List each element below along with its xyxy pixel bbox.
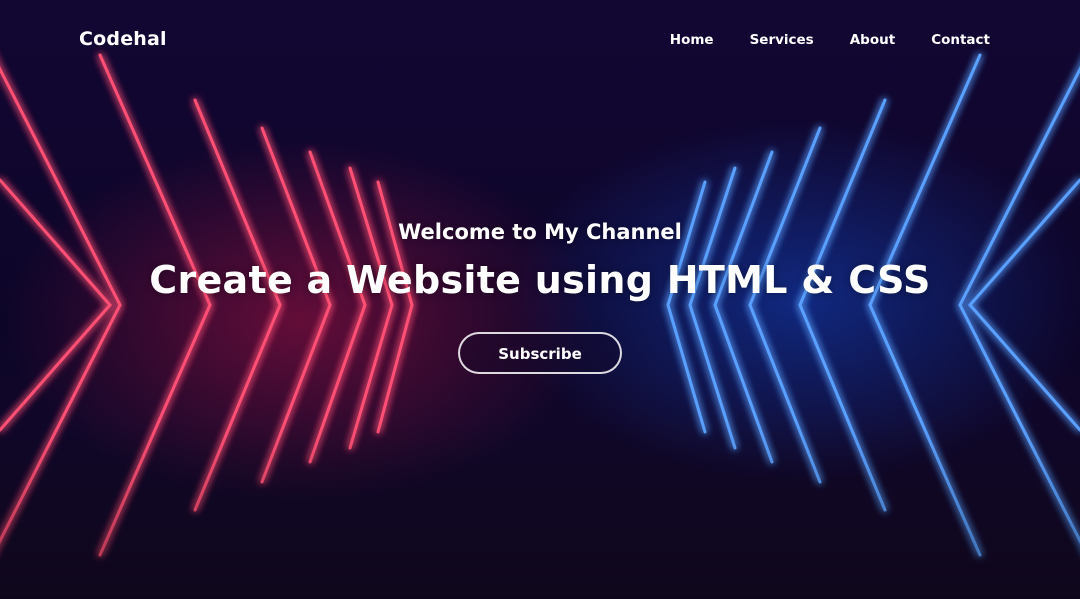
hero-section: Codehal Home Services About Contact Welc… bbox=[0, 0, 1080, 599]
nav-link-about[interactable]: About bbox=[850, 32, 895, 48]
hero-content: Welcome to My Channel Create a Website u… bbox=[0, 220, 1080, 374]
nav-link-home[interactable]: Home bbox=[670, 32, 714, 48]
hero-eyebrow: Welcome to My Channel bbox=[398, 220, 682, 244]
logo[interactable]: Codehal bbox=[79, 28, 167, 50]
hero-title: Create a Website using HTML & CSS bbox=[149, 258, 931, 302]
nav-links: Home Services About Contact bbox=[670, 32, 990, 48]
subscribe-button[interactable]: Subscribe bbox=[458, 332, 622, 374]
nav-link-services[interactable]: Services bbox=[750, 32, 814, 48]
nav-link-contact[interactable]: Contact bbox=[931, 32, 990, 48]
navbar: Codehal Home Services About Contact bbox=[0, 0, 1080, 82]
